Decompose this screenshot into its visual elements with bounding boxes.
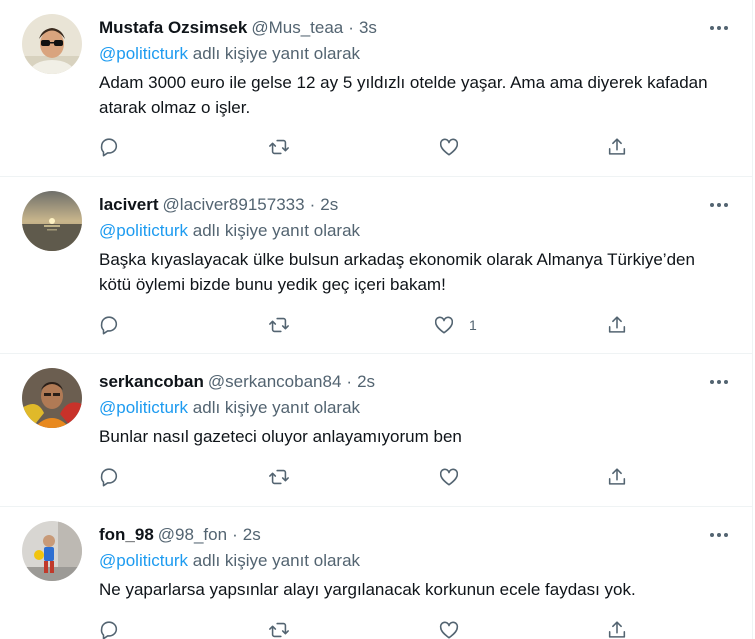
reply-context: @politicturk adlı kişiye yanıt olarak bbox=[99, 397, 360, 419]
timestamp[interactable]: 2s bbox=[243, 525, 261, 544]
display-name[interactable]: Mustafa Ozsimsek bbox=[99, 18, 247, 37]
tweet[interactable]: lacivert @laciver89157333 · 2s @politicturk… bbox=[0, 177, 753, 354]
like-button[interactable]: 1 bbox=[433, 310, 477, 340]
mention-link[interactable]: @politicturk bbox=[99, 44, 188, 63]
like-button[interactable] bbox=[438, 132, 474, 162]
avatar[interactable] bbox=[22, 14, 82, 74]
reply-button[interactable] bbox=[98, 310, 120, 340]
like-button[interactable] bbox=[438, 462, 474, 492]
retweet-icon bbox=[269, 317, 289, 333]
like-icon bbox=[439, 468, 459, 486]
tweet-text: Ne yaparlarsa yapsınlar alayı yargılanac… bbox=[99, 580, 636, 599]
tweet-text: Başka kıyaslayacak ülke bulsun arkadaş e… bbox=[99, 250, 695, 294]
more-icon[interactable] bbox=[703, 521, 735, 549]
reply-button[interactable] bbox=[98, 132, 120, 162]
share-icon bbox=[608, 316, 626, 333]
separator: · bbox=[346, 372, 353, 391]
tweet-header: fon_98 @98_fon · 2s bbox=[99, 524, 261, 546]
more-icon[interactable] bbox=[703, 368, 735, 396]
reply-context: @politicturk adlı kişiye yanıt olarak bbox=[99, 43, 360, 65]
tweet[interactable]: serkancoban @serkancoban84 · 2s @politictur… bbox=[0, 354, 753, 507]
retweet-button[interactable] bbox=[268, 310, 290, 340]
share-button[interactable] bbox=[606, 310, 628, 340]
avatar[interactable] bbox=[22, 521, 82, 581]
reply-suffix: adlı kişiye yanıt olarak bbox=[192, 398, 361, 417]
action-bar bbox=[96, 462, 656, 492]
retweet-icon bbox=[269, 469, 289, 485]
share-button[interactable] bbox=[606, 462, 628, 492]
more-icon[interactable] bbox=[703, 191, 735, 219]
like-icon bbox=[434, 316, 454, 334]
reply-context: @politicturk adlı kişiye yanıt olarak bbox=[99, 220, 360, 242]
user-handle[interactable]: @Mus_teaa bbox=[251, 18, 343, 37]
reply-icon bbox=[100, 316, 118, 335]
timestamp[interactable]: 2s bbox=[357, 372, 375, 391]
retweet-button[interactable] bbox=[268, 462, 290, 492]
timestamp[interactable]: 3s bbox=[359, 18, 377, 37]
reply-button[interactable] bbox=[98, 615, 120, 639]
reply-icon bbox=[100, 621, 118, 639]
mention-link[interactable]: @politicturk bbox=[99, 398, 188, 417]
share-icon bbox=[608, 621, 626, 638]
tweet-text: Adam 3000 euro ile gelse 12 ay 5 yıldızl… bbox=[99, 73, 708, 117]
reply-suffix: adlı kişiye yanıt olarak bbox=[192, 551, 361, 570]
reply-suffix: adlı kişiye yanıt olarak bbox=[192, 44, 361, 63]
timestamp[interactable]: 2s bbox=[320, 195, 338, 214]
avatar-image bbox=[22, 521, 82, 581]
action-bar: 1 bbox=[96, 310, 656, 340]
reply-suffix: adlı kişiye yanıt olarak bbox=[192, 221, 361, 240]
action-bar bbox=[96, 132, 656, 162]
user-handle[interactable]: @laciver89157333 bbox=[163, 195, 305, 214]
tweet[interactable]: Mustafa Ozsimsek @Mus_teaa · 3s @politictur… bbox=[0, 0, 753, 177]
retweet-button[interactable] bbox=[268, 615, 290, 639]
display-name[interactable]: lacivert bbox=[99, 195, 159, 214]
avatar-image bbox=[22, 14, 82, 74]
user-handle[interactable]: @serkancoban84 bbox=[208, 372, 342, 391]
avatar[interactable] bbox=[22, 368, 82, 428]
avatar[interactable] bbox=[22, 191, 82, 251]
separator: · bbox=[309, 195, 316, 214]
like-button[interactable] bbox=[438, 615, 474, 639]
tweet-header: lacivert @laciver89157333 · 2s bbox=[99, 194, 338, 216]
tweet[interactable]: fon_98 @98_fon · 2s @politicturk adlı kişiy… bbox=[0, 507, 753, 639]
share-icon bbox=[608, 468, 626, 485]
more-icon[interactable] bbox=[703, 14, 735, 42]
display-name[interactable]: fon_98 bbox=[99, 525, 154, 544]
share-button[interactable] bbox=[606, 132, 628, 162]
avatar-image bbox=[22, 191, 82, 251]
share-button[interactable] bbox=[606, 615, 628, 639]
tweet-header: Mustafa Ozsimsek @Mus_teaa · 3s bbox=[99, 17, 377, 39]
reply-button[interactable] bbox=[98, 462, 120, 492]
retweet-button[interactable] bbox=[268, 132, 290, 162]
separator: · bbox=[232, 525, 238, 544]
like-count: 1 bbox=[469, 317, 477, 333]
reply-icon bbox=[100, 468, 118, 487]
action-bar bbox=[96, 615, 656, 639]
separator: · bbox=[348, 18, 354, 37]
tweet-header: serkancoban @serkancoban84 · 2s bbox=[99, 371, 375, 393]
timeline: Mustafa Ozsimsek @Mus_teaa · 3s @politictur… bbox=[0, 0, 753, 639]
like-icon bbox=[439, 138, 459, 156]
reply-icon bbox=[100, 138, 118, 157]
mention-link[interactable]: @politicturk bbox=[99, 221, 188, 240]
retweet-icon bbox=[269, 139, 289, 155]
share-icon bbox=[608, 138, 626, 155]
display-name[interactable]: serkancoban bbox=[99, 372, 204, 391]
reply-context: @politicturk adlı kişiye yanıt olarak bbox=[99, 550, 360, 572]
user-handle[interactable]: @98_fon bbox=[158, 525, 227, 544]
avatar-image bbox=[22, 368, 82, 428]
mention-link[interactable]: @politicturk bbox=[99, 551, 188, 570]
tweet-text: Bunlar nasıl gazeteci oluyor anlayamıyor… bbox=[99, 427, 462, 446]
like-icon bbox=[439, 621, 459, 639]
retweet-icon bbox=[269, 622, 289, 638]
